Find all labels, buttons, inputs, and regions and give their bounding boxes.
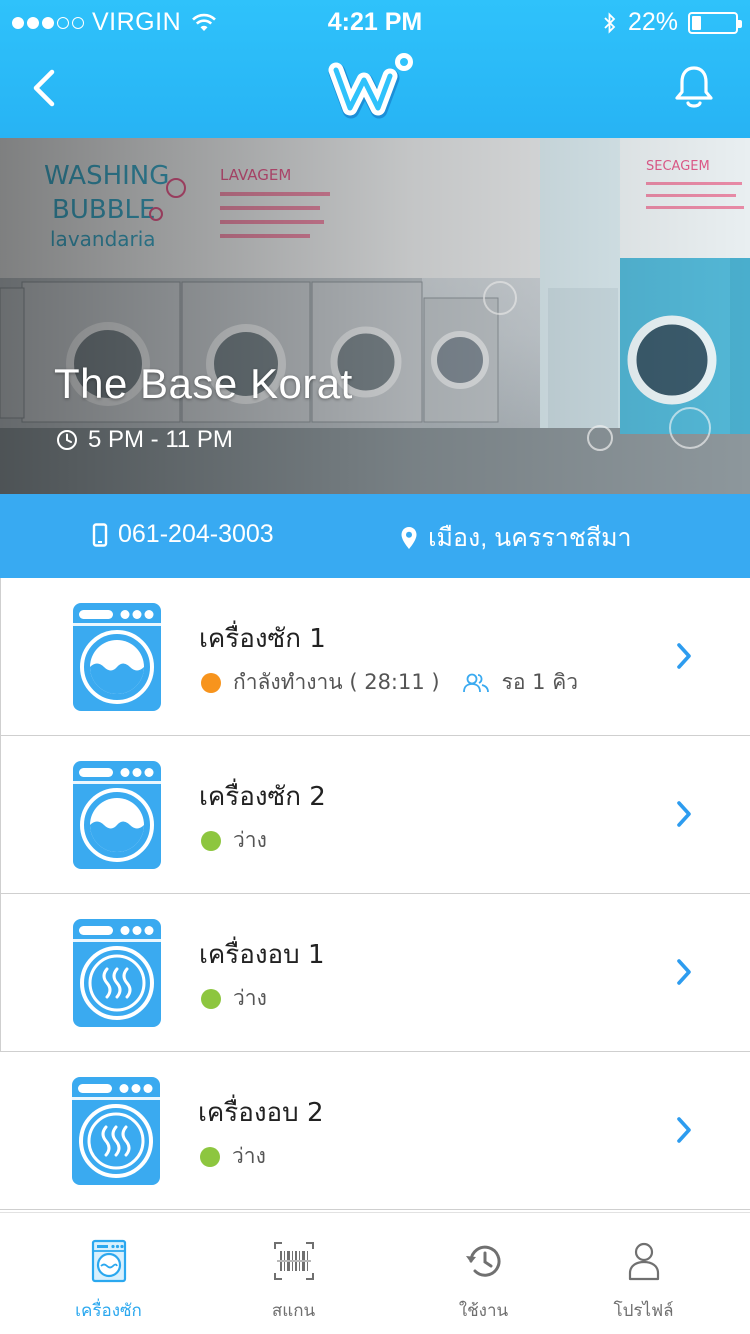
chevron-right-icon[interactable]: [674, 1114, 694, 1146]
battery-icon: [688, 11, 742, 34]
machine-status-text: กำลังทำงาน ( 28:11 ): [233, 670, 440, 694]
machine-row[interactable]: เครื่องอบ 2 ว่าง: [0, 1052, 750, 1210]
tab-profile[interactable]: โปรไฟล์: [550, 1213, 737, 1334]
machine-row[interactable]: เครื่องซัก 1 กำลังทำงาน ( 28:11 ) รอ 1 ค…: [0, 578, 750, 736]
tab-label: ใช้งาน: [458, 1301, 509, 1321]
tab-label: โปรไฟล์: [613, 1301, 674, 1321]
machine-row[interactable]: เครื่องอบ 1 ว่าง: [0, 894, 750, 1052]
opening-hours-text: 5 PM - 11 PM: [88, 426, 233, 453]
top-bar: VIRGIN 4:21 PM 22%: [0, 0, 750, 138]
machine-name: เครื่องซัก 1: [199, 624, 326, 654]
machine-status: ว่าง: [200, 1140, 266, 1173]
washer-icon: [91, 1239, 127, 1283]
opening-hours: 5 PM - 11 PM: [56, 426, 233, 454]
shop-phone-number: 061-204-3003: [118, 520, 274, 548]
chevron-right-icon[interactable]: [674, 640, 694, 672]
back-button[interactable]: [22, 60, 66, 116]
shop-hero-banner: WASHING BUBBLE lavandaria LAVAGEM SECAGE…: [0, 138, 750, 494]
machine-row[interactable]: เครื่องซัก 2 ว่าง: [0, 736, 750, 894]
machine-list: เครื่องซัก 1 กำลังทำงาน ( 28:11 ) รอ 1 ค…: [0, 578, 750, 1210]
tab-label: สแกน: [271, 1301, 316, 1321]
dryer-icon: [73, 919, 161, 1027]
machine-status: ว่าง: [201, 824, 267, 857]
washing-machine-icon: [73, 603, 161, 711]
bottom-tab-bar: เครื่องซัก สแกน ใช้งาน โปรไฟล์: [0, 1212, 750, 1334]
shop-location[interactable]: เมือง, นครราชสีมา: [400, 518, 632, 558]
shop-phone[interactable]: 061-204-3003: [92, 520, 274, 549]
barcode-scan-icon: [274, 1242, 314, 1280]
tab-label: เครื่องซัก: [75, 1301, 142, 1321]
tab-washers[interactable]: เครื่องซัก: [15, 1213, 202, 1334]
shop-location-text: เมือง, นครราชสีมา: [428, 524, 632, 552]
chevron-right-icon[interactable]: [674, 956, 694, 988]
machine-name: เครื่องอบ 1: [199, 940, 325, 970]
tab-scan[interactable]: สแกน: [200, 1213, 387, 1334]
location-pin-icon: [401, 527, 417, 549]
app-logo: [328, 53, 413, 119]
status-dot: [201, 830, 221, 851]
tab-usage[interactable]: ใช้งาน: [390, 1213, 577, 1334]
status-dot: [201, 988, 221, 1009]
washing-machine-icon: [73, 761, 161, 869]
clock-icon: [57, 430, 77, 450]
machine-name: เครื่องซัก 2: [199, 782, 326, 812]
bluetooth-icon: [604, 11, 616, 34]
machine-name: เครื่องอบ 2: [198, 1098, 324, 1128]
profile-icon: [628, 1242, 660, 1281]
status-dot: [200, 1146, 220, 1167]
status-dot: [201, 672, 221, 693]
machine-status-text: ว่าง: [233, 828, 267, 852]
machine-status-text: ว่าง: [233, 986, 267, 1010]
mobile-phone-icon: [92, 522, 108, 547]
machine-status-text: ว่าง: [232, 1144, 266, 1168]
dryer-icon: [72, 1077, 160, 1185]
queue-users-icon: [462, 673, 489, 692]
status-right: 22%: [602, 8, 742, 37]
chevron-right-icon[interactable]: [674, 798, 694, 830]
machine-status: ว่าง: [201, 982, 267, 1015]
battery-level: [692, 15, 701, 30]
history-icon: [466, 1245, 501, 1277]
notification-bell-button[interactable]: [674, 64, 714, 110]
status-bar: VIRGIN 4:21 PM 22%: [0, 0, 750, 44]
machine-queue-text: รอ 1 คิว: [501, 670, 579, 694]
shop-name: The Base Korat: [54, 360, 353, 407]
machine-status: กำลังทำงาน ( 28:11 ) รอ 1 คิว: [201, 666, 578, 699]
shop-info-bar: 061-204-3003 เมือง, นครราชสีมา: [0, 494, 750, 578]
battery-percent: 22%: [627, 8, 678, 36]
